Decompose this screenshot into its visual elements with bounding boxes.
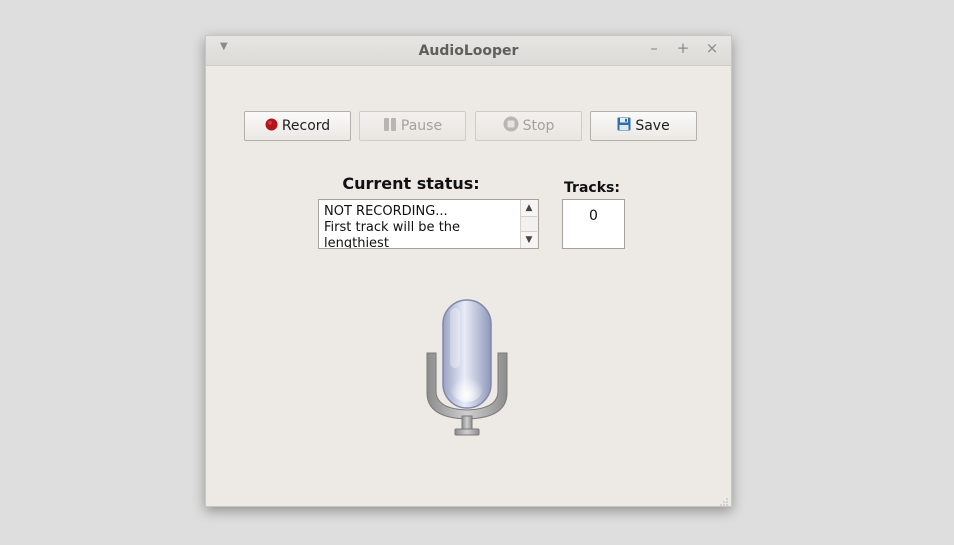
status-text: NOT RECORDING... First track will be the… (324, 204, 518, 249)
pause-button[interactable]: Pause (359, 111, 466, 141)
save-button-label: Save (635, 118, 670, 134)
title-bar[interactable]: ▼ AudioLooper – + × (206, 36, 731, 66)
record-button-label: Record (281, 118, 331, 134)
current-status-label: Current status: (342, 174, 480, 193)
pause-icon (383, 117, 397, 136)
stop-icon (503, 116, 519, 136)
resize-grip-icon[interactable] (718, 493, 728, 506)
stop-button[interactable]: Stop (475, 111, 582, 141)
maximize-button[interactable]: + (675, 39, 691, 57)
floppy-disk-icon (617, 117, 631, 135)
status-line: First track will be the (324, 220, 461, 235)
microphone-icon (422, 298, 512, 440)
minimize-button[interactable]: – (646, 39, 662, 57)
scroll-up-arrow-icon[interactable]: ▲ (521, 200, 537, 217)
pause-button-label: Pause (400, 118, 443, 134)
status-text-area[interactable]: NOT RECORDING... First track will be the… (318, 199, 539, 249)
status-line: lengthiest (324, 236, 389, 249)
record-button[interactable]: Record (244, 111, 351, 141)
tracks-count-field: 0 (562, 199, 625, 249)
status-scrollbar[interactable]: ▲ ▼ (520, 200, 538, 248)
status-line: NOT RECORDING... (324, 204, 448, 219)
close-button[interactable]: × (704, 39, 720, 57)
scroll-down-arrow-icon[interactable]: ▼ (521, 231, 537, 248)
app-window: ▼ AudioLooper – + × Record Pause Stop Sa… (205, 35, 732, 507)
save-button[interactable]: Save (590, 111, 697, 141)
stop-button-label: Stop (522, 118, 555, 134)
record-dot-icon (265, 118, 278, 135)
tracks-label: Tracks: (564, 180, 620, 196)
